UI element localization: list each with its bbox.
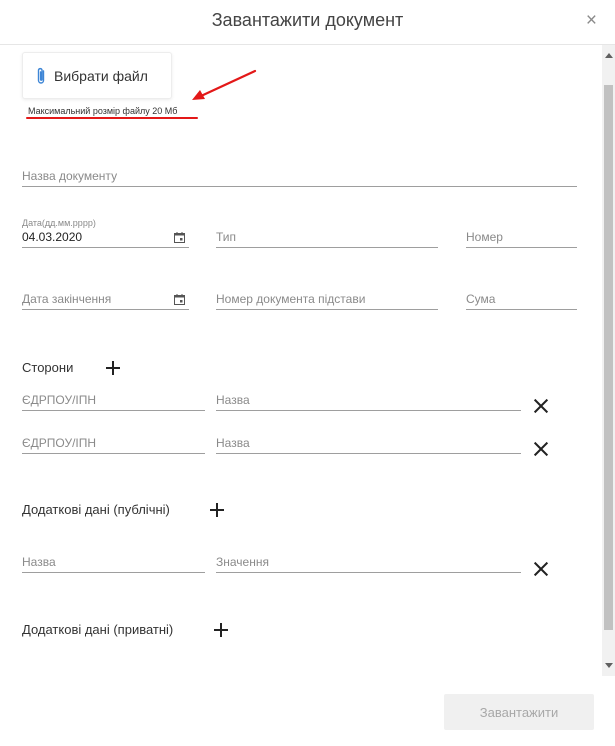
party-name-placeholder: Назва [216,436,250,450]
public-data-name-field[interactable]: Назва [22,549,205,573]
party-name-placeholder: Назва [216,393,250,407]
parties-label: Сторони [22,360,74,375]
paperclip-icon [37,67,45,84]
public-data-value-field[interactable]: Значення [216,549,521,573]
document-name-field[interactable]: Назва документу [22,163,577,187]
scroll-thumb[interactable] [604,85,613,630]
number-placeholder: Номер [466,230,503,244]
party-code-field[interactable]: ЄДРПОУ/ІПН [22,387,205,411]
party-name-field[interactable]: Назва [216,430,521,454]
sum-field[interactable]: Сума [466,286,577,310]
party-code-field[interactable]: ЄДРПОУ/ІПН [22,430,205,454]
remove-public-data-close-icon[interactable] [534,562,548,576]
dialog-title: Завантажити документ [211,10,404,30]
public-data-label: Додаткові дані (публічні) [22,502,170,517]
basis-number-field[interactable]: Номер документа підстави [216,286,438,310]
add-private-data-plus-icon[interactable] [214,623,228,637]
public-data-name-placeholder: Назва [22,555,56,569]
public-data-value-placeholder: Значення [216,555,269,569]
date-field[interactable]: Дата(дд.мм.рррр) 04.03.2020 [22,218,189,248]
number-field[interactable]: Номер [466,224,577,248]
upload-submit-button[interactable]: Завантажити [444,694,594,730]
add-party-plus-icon[interactable] [106,361,120,375]
scroll-up-icon[interactable] [605,53,613,58]
party-name-field[interactable]: Назва [216,387,521,411]
date-label: Дата(дд.мм.рррр) [22,218,96,228]
document-name-placeholder: Назва документу [22,169,118,183]
private-data-label: Додаткові дані (приватні) [22,622,174,637]
end-date-field[interactable]: Дата закінчення [22,286,189,310]
annotation-arrow-icon [192,69,257,100]
close-icon[interactable]: × [586,11,597,30]
calendar-icon[interactable] [174,294,185,305]
add-public-data-plus-icon[interactable] [210,503,224,517]
party-code-placeholder: ЄДРПОУ/ІПН [22,393,97,407]
party-code-placeholder: ЄДРПОУ/ІПН [22,436,97,450]
sum-placeholder: Сума [466,292,496,306]
scrollbar[interactable] [602,45,615,676]
scroll-down-icon[interactable] [605,663,613,668]
remove-party-close-icon[interactable] [534,442,548,456]
max-file-size-note: Максимальний розмір файлу 20 Мб [28,106,178,116]
date-value: 04.03.2020 [22,230,83,244]
dialog-footer: Завантажити [0,676,615,746]
type-placeholder: Тип [216,230,237,244]
choose-file-label: Вибрати файл [54,67,148,84]
basis-number-placeholder: Номер документа підстави [216,292,366,306]
end-date-placeholder: Дата закінчення [22,292,112,306]
choose-file-button[interactable]: Вибрати файл [22,52,172,99]
calendar-icon[interactable] [174,232,185,243]
remove-party-close-icon[interactable] [534,399,548,413]
dialog-header: Завантажити документ × [0,0,615,45]
type-field[interactable]: Тип [216,224,438,248]
dialog-content: Вибрати файл Максимальний розмір файлу 2… [0,45,602,676]
annotation-underline [26,117,198,119]
